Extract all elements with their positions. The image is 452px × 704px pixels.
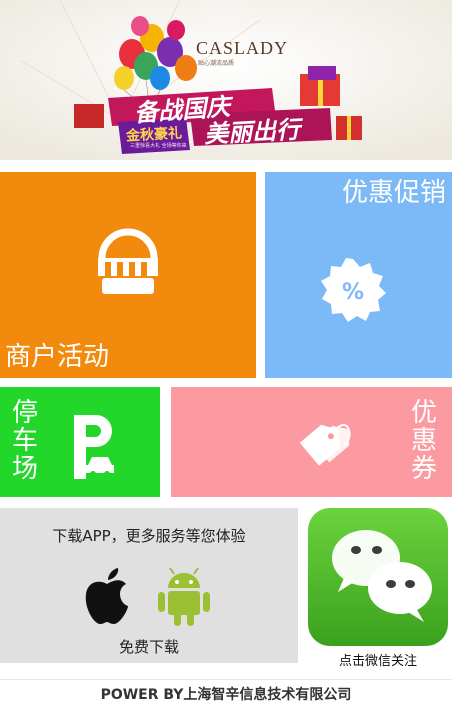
wechat-follow[interactable]: 点击微信关注 — [308, 508, 448, 669]
shop-awning-icon — [98, 228, 158, 294]
tile-parking-char: 车 — [11, 426, 38, 456]
tile-coupon-char: 券 — [410, 454, 437, 484]
tile-coupons[interactable]: 优 惠 券 — [171, 387, 452, 497]
wechat-icon[interactable] — [308, 508, 448, 646]
app-download-title: 下载APP，更多服务等您体验 — [52, 527, 246, 545]
android-icon[interactable] — [156, 564, 212, 628]
tile-parking-char: 停 — [11, 398, 38, 428]
banner-brand-tagline: 贴心潮流品质 — [198, 60, 235, 67]
tile-discount-label: 优惠促销 — [341, 178, 446, 208]
tile-parking[interactable]: 停 车 场 — [0, 387, 160, 497]
svg-text:%: % — [342, 280, 364, 305]
tile-merchant-activities[interactable]: 商户活动 — [0, 172, 256, 378]
free-download-link[interactable]: 免费下载 — [0, 636, 298, 657]
tile-parking-char: 场 — [11, 454, 38, 484]
footer-credit: POWER BY上海智辛信息技术有限公司 — [100, 687, 352, 703]
promo-banner[interactable]: CASLADY 贴心潮流品质 备战国庆 美丽出行 金秋豪礼 三重惊喜大礼 全场等… — [0, 0, 452, 160]
percent-badge-icon: % — [321, 258, 386, 322]
footer-divider — [0, 679, 452, 680]
tile-coupon-char: 惠 — [410, 426, 437, 456]
tile-parking-label: 停 车 场 — [11, 399, 39, 483]
tile-coupon-label: 优 惠 券 — [410, 399, 438, 483]
parking-car-icon — [74, 415, 114, 479]
apple-icon[interactable] — [82, 566, 132, 626]
price-tag-icon — [299, 424, 351, 466]
banner-badge-sub: 三重惊喜大礼 全场等你来 — [130, 143, 187, 149]
banner-brand: CASLADY — [196, 38, 289, 58]
banner-headline-2: 美丽出行 — [203, 115, 301, 149]
app-download-panel[interactable]: 下载APP，更多服务等您体验 免费下载 — [0, 508, 298, 663]
wechat-follow-label[interactable]: 点击微信关注 — [308, 650, 448, 669]
tile-discount-promotions[interactable]: 优惠促销 % — [265, 172, 452, 378]
tile-coupon-char: 优 — [410, 398, 437, 428]
tile-merchant-label: 商户活动 — [5, 342, 110, 372]
